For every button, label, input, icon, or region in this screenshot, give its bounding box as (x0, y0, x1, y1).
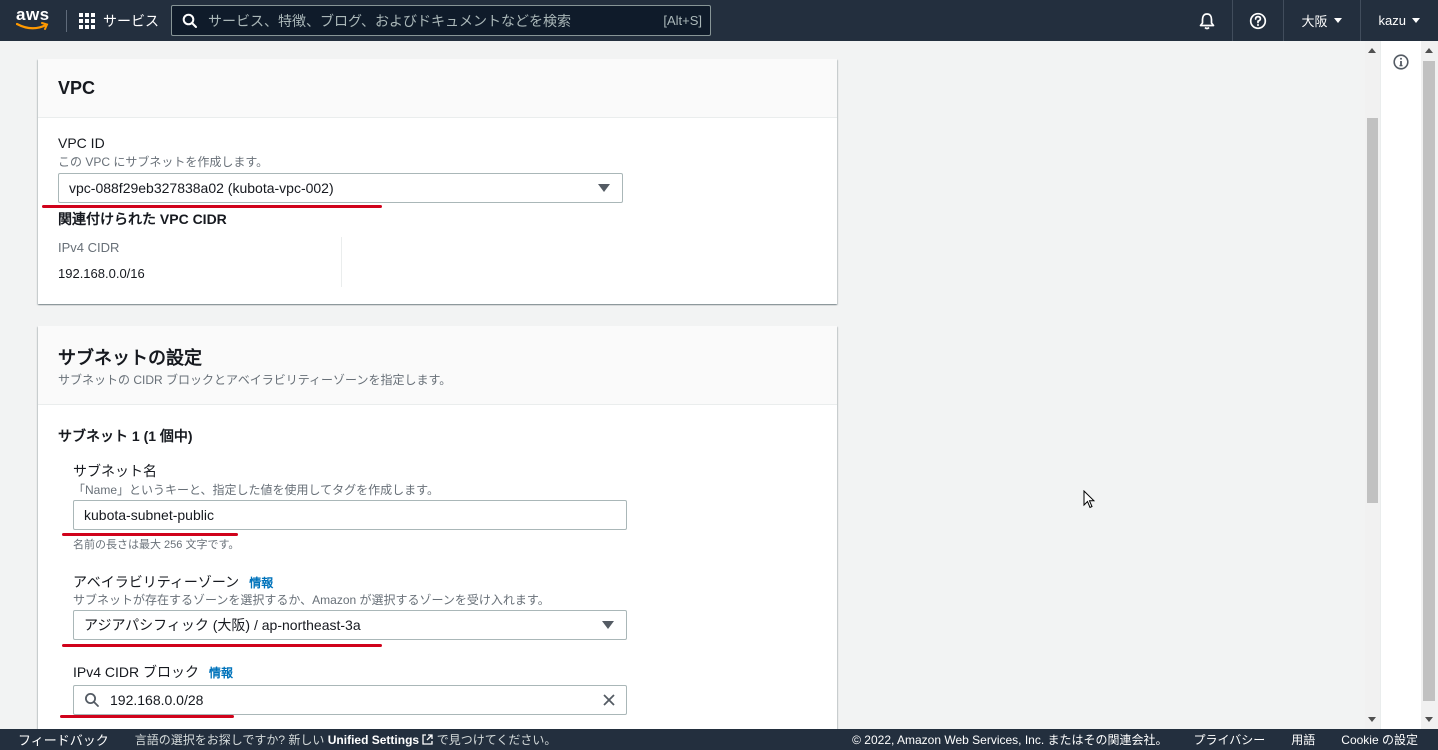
scroll-down-arrow[interactable] (1368, 717, 1376, 722)
services-label: サービス (103, 12, 159, 29)
cidr-block-value: 192.168.0.0/28 (110, 692, 204, 708)
cidr-block-label: IPv4 CIDR ブロック (73, 664, 200, 680)
ipv4-cidr-value: 192.168.0.0/16 (58, 266, 145, 281)
footer: フィードバック 言語の選択をお探しですか? 新しい Unified Settin… (0, 729, 1438, 750)
az-value: アジアパシフィック (大阪) / ap-northeast-3a (84, 617, 361, 633)
subnet-heading: サブネット 1 (1 個中) (58, 428, 193, 444)
search-shortcut: [Alt+S] (663, 13, 702, 28)
privacy-link[interactable]: プライバシー (1194, 731, 1266, 748)
help-icon (1249, 12, 1266, 29)
unified-settings-link[interactable]: Unified Settings (328, 733, 419, 747)
copyright-text: © 2022, Amazon Web Services, Inc. またはその関… (852, 733, 1168, 747)
annotation-underline (62, 644, 382, 647)
scroll-down-arrow[interactable] (1425, 717, 1433, 722)
subnet-name-description: 「Name」というキーと、指定した値を使用してタグを作成します。 (73, 483, 439, 497)
content-scrollbar[interactable] (1365, 41, 1380, 729)
terms-link[interactable]: 用語 (1291, 731, 1315, 748)
main-content: VPC VPC ID この VPC にサブネットを作成します。 vpc-088f… (0, 41, 1365, 729)
vpc-panel-title: VPC (58, 77, 96, 98)
feedback-link[interactable]: フィードバック (18, 730, 109, 749)
scroll-thumb[interactable] (1367, 118, 1378, 503)
vpc-id-description: この VPC にサブネットを作成します。 (58, 155, 269, 169)
cidr-info-link[interactable]: 情報 (209, 664, 233, 681)
az-description: サブネットが存在するゾーンを選択するか、Amazon が選択するゾーンを受け入れ… (73, 593, 550, 607)
info-icon[interactable] (1393, 54, 1409, 70)
cidr-block-input[interactable]: 192.168.0.0/28 (73, 685, 627, 715)
region-menu[interactable]: 大阪 (1284, 0, 1361, 41)
top-nav: aws サービス [Alt+S] (0, 0, 1438, 41)
caret-down-icon (1333, 18, 1342, 23)
user-label: kazu (1378, 13, 1406, 28)
user-menu[interactable]: kazu (1361, 0, 1438, 41)
language-notice-prefix: 言語の選択をお探しですか? 新しい (134, 733, 325, 747)
grid-icon (79, 12, 95, 29)
aws-smile-icon (16, 22, 49, 30)
language-notice-suffix: で見つけてください。 (436, 733, 557, 747)
vpc-id-label: VPC ID (58, 135, 105, 151)
subnet-panel-header: サブネットの設定 サブネットの CIDR ブロックとアベイラビリティーゾーンを指… (38, 326, 837, 405)
clear-icon[interactable] (602, 693, 616, 707)
search-input[interactable] (206, 11, 664, 30)
vpc-id-select[interactable]: vpc-088f29eb327838a02 (kubota-vpc-002) (58, 173, 623, 203)
caret-down-icon (598, 184, 610, 192)
vpc-id-value: vpc-088f29eb327838a02 (kubota-vpc-002) (69, 180, 334, 196)
region-label: 大阪 (1301, 14, 1328, 29)
scroll-up-arrow[interactable] (1425, 48, 1433, 53)
vpc-cidr-heading: 関連付けられた VPC CIDR (58, 211, 227, 227)
cidr-label-row: IPv4 CIDR ブロック 情報 (73, 662, 233, 682)
scroll-up-arrow[interactable] (1368, 48, 1376, 53)
az-select[interactable]: アジアパシフィック (大阪) / ap-northeast-3a (73, 610, 627, 640)
subnet-name-hint: 名前の長さは最大 256 文字です。 (73, 539, 240, 551)
bell-icon (1199, 12, 1214, 29)
subnet-settings-panel: サブネットの設定 サブネットの CIDR ブロックとアベイラビリティーゾーンを指… (38, 326, 837, 729)
subnet-name-label: サブネット名 (73, 463, 157, 479)
help-button[interactable] (1233, 0, 1284, 41)
search-icon (182, 13, 197, 28)
scroll-thumb[interactable] (1423, 61, 1435, 701)
services-menu-button[interactable]: サービス (79, 11, 159, 31)
search-icon (85, 693, 99, 707)
nav-right: 大阪 kazu (1182, 0, 1438, 41)
mouse-cursor-icon (1083, 490, 1095, 509)
ipv4-cidr-label: IPv4 CIDR (58, 240, 120, 255)
caret-down-icon (1412, 18, 1420, 23)
vpc-panel: VPC VPC ID この VPC にサブネットを作成します。 vpc-088f… (38, 59, 837, 304)
language-notice: 言語の選択をお探しですか? 新しい Unified Settings で見つけて… (135, 731, 557, 748)
column-divider (341, 237, 342, 287)
subnet-panel-description: サブネットの CIDR ブロックとアベイラビリティーゾーンを指定します。 (58, 373, 452, 387)
az-label: アベイラビリティーゾーン (73, 574, 240, 590)
search-bar[interactable]: [Alt+S] (171, 5, 711, 36)
az-label-row: アベイラビリティーゾーン 情報 (73, 572, 273, 592)
vpc-panel-header: VPC (38, 59, 837, 118)
external-link-icon (422, 734, 434, 745)
az-info-link[interactable]: 情報 (249, 574, 273, 591)
subnet-name-value: kubota-subnet-public (84, 507, 214, 523)
subnet-panel-title: サブネットの設定 (58, 348, 202, 368)
aws-logo[interactable]: aws (14, 0, 58, 41)
footer-links: © 2022, Amazon Web Services, Inc. またはその関… (852, 729, 1418, 750)
annotation-underline (42, 205, 382, 208)
nav-divider (66, 9, 67, 32)
notifications-button[interactable] (1182, 0, 1233, 41)
subnet-name-input[interactable]: kubota-subnet-public (73, 500, 627, 530)
caret-down-icon (602, 621, 614, 629)
cookie-settings-link[interactable]: Cookie の設定 (1341, 731, 1418, 748)
annotation-underline (60, 715, 234, 718)
tools-scrollbar[interactable] (1421, 41, 1438, 729)
